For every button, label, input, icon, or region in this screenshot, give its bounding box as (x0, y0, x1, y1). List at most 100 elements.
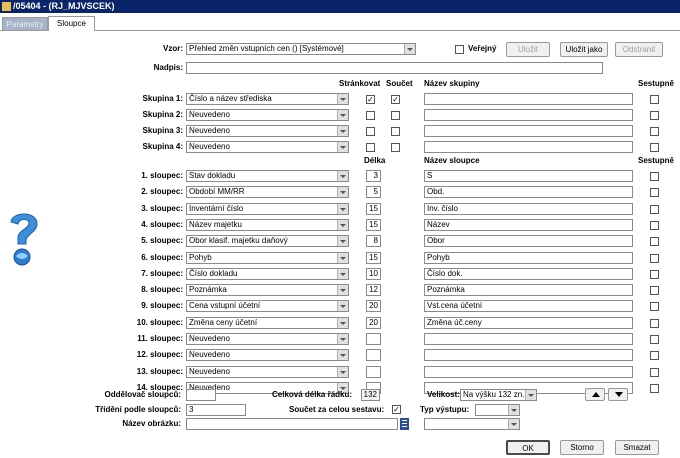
ulozit-button[interactable]: Uložit (506, 42, 550, 57)
strankovat-checkbox[interactable] (366, 111, 375, 120)
strankovat-checkbox[interactable] (366, 143, 375, 152)
nazev-skupiny-input[interactable] (424, 109, 633, 121)
nadpis-input[interactable] (186, 62, 603, 74)
delka-input[interactable]: 15 (366, 251, 381, 264)
vzor-select[interactable]: Přehled změn vstupních cen () [Systémové… (186, 43, 416, 55)
nazev-skupiny-input[interactable] (424, 93, 633, 105)
soucet-checkbox[interactable] (391, 143, 400, 152)
delka-input[interactable]: 3 (366, 170, 381, 182)
sloupec-select[interactable]: Změna ceny účetní (186, 316, 349, 329)
skupina-select[interactable]: Neuvedeno (186, 141, 349, 153)
strankovat-checkbox[interactable]: ✓ (366, 95, 375, 104)
delka-input[interactable]: 20 (366, 300, 381, 313)
sloupec-select[interactable]: Číslo dokladu (186, 267, 349, 280)
sloupec-label: 13. sloupec: (136, 366, 183, 376)
nazev-sloupce-input[interactable]: Inv. číslo (424, 202, 633, 215)
odstranit-button[interactable]: Odstranit (615, 42, 663, 57)
skupina-select[interactable]: Neuvedeno (186, 109, 349, 121)
sestupne-skupiny-checkbox[interactable] (650, 127, 659, 136)
delka-input[interactable] (366, 333, 381, 345)
nazev-sloupce-input[interactable]: Obd. (424, 186, 633, 199)
move-down-button[interactable] (608, 388, 628, 401)
delka-input[interactable]: 8 (366, 235, 381, 248)
ulozit-jako-button[interactable]: Uložit jako (560, 42, 608, 57)
verejny-checkbox[interactable] (455, 45, 464, 54)
sloupec-select[interactable]: Neuvedeno (186, 365, 349, 378)
sloupec-select[interactable]: Obor klasif. majetku daňový (186, 235, 349, 248)
sestupne-sloupce-checkbox[interactable] (650, 318, 659, 328)
nazev-sloupce-input[interactable]: Obor (424, 235, 633, 248)
delka-input[interactable]: 12 (366, 284, 381, 297)
move-up-button[interactable] (585, 388, 605, 401)
sestupne-sloupce-checkbox[interactable] (650, 302, 659, 312)
sestupne-sloupce-checkbox[interactable] (650, 237, 659, 247)
tab-strip: Parametry Sloupce (0, 13, 680, 31)
sestupne-sloupce-checkbox[interactable] (650, 269, 659, 279)
skupina-select[interactable]: Číslo a název střediska (186, 93, 349, 105)
delka-input[interactable]: 20 (366, 316, 381, 329)
chevron-down-icon (337, 301, 348, 312)
sestupne-sloupce-checkbox[interactable] (650, 351, 659, 361)
delka-input[interactable]: 15 (366, 218, 381, 231)
sloupec-select[interactable]: Pohyb (186, 251, 349, 264)
list-icon[interactable] (400, 418, 409, 430)
oddelovac-input[interactable] (186, 389, 216, 401)
sloupec-select[interactable]: Název majetku (186, 218, 349, 231)
sestupne-skupiny-checkbox[interactable] (650, 111, 659, 120)
sestupne-sloupce-checkbox[interactable] (650, 172, 659, 181)
sloupec-label: 5. sloupec: (141, 236, 183, 246)
sloupec-select[interactable]: Období MM/RR (186, 186, 349, 199)
velikost-select[interactable]: Na výšku 132 zn. (460, 389, 537, 401)
storno-button[interactable]: Storno (560, 440, 604, 455)
skupina-select[interactable]: Neuvedeno (186, 125, 349, 137)
nazev-sloupce-input[interactable] (424, 333, 633, 345)
trideni-label: Třídění podle sloupců: (95, 405, 181, 414)
sloupec-select[interactable]: Poznámka (186, 284, 349, 297)
nazev-sloupce-input[interactable] (424, 365, 633, 378)
sestupne-sloupce-checkbox[interactable] (650, 253, 659, 263)
soucet-checkbox[interactable] (391, 111, 400, 120)
nazev-sloupce-input[interactable]: Název (424, 218, 633, 231)
sestupne-sloupce-checkbox[interactable] (650, 383, 659, 393)
sloupec-select[interactable]: Neuvedeno (186, 349, 349, 362)
smazat-button[interactable]: Smazat (615, 440, 659, 455)
nazev-sloupce-input[interactable] (424, 349, 633, 362)
soucet-checkbox[interactable]: ✓ (391, 95, 400, 104)
sestupne-sloupce-checkbox[interactable] (650, 204, 659, 214)
nazev-sloupce-input[interactable]: Poznámka (424, 284, 633, 297)
nazev-sloupce-input[interactable]: S (424, 170, 633, 182)
obrazek-input[interactable] (186, 418, 398, 430)
delka-input[interactable]: 15 (366, 202, 381, 215)
help-question-icon[interactable] (5, 210, 43, 268)
delka-input[interactable]: 10 (366, 267, 381, 280)
sestupne-sloupce-checkbox[interactable] (650, 220, 659, 230)
nazev-skupiny-input[interactable] (424, 125, 633, 137)
soucet-sestavy-checkbox[interactable]: ✓ (392, 405, 401, 414)
sestupne-sloupce-checkbox[interactable] (650, 335, 659, 344)
ok-button[interactable]: OK (506, 440, 550, 455)
nazev-sloupce-input[interactable]: Vst.cena účetní (424, 300, 633, 313)
soucet-checkbox[interactable] (391, 127, 400, 136)
sestupne-skupiny-checkbox[interactable] (650, 95, 659, 104)
sestupne-sloupce-checkbox[interactable] (650, 367, 659, 377)
tab-parametry[interactable]: Parametry (2, 17, 48, 30)
sestupne-skupiny-checkbox[interactable] (650, 143, 659, 152)
sloupec-select[interactable]: Stav dokladu (186, 170, 349, 182)
delka-input[interactable] (366, 365, 381, 378)
sestupne-sloupce-checkbox[interactable] (650, 286, 659, 296)
tab-sloupce[interactable]: Sloupce (48, 16, 95, 31)
nazev-sloupce-input[interactable]: Pohyb (424, 251, 633, 264)
sestupne-sloupce-checkbox[interactable] (650, 188, 659, 198)
delka-input[interactable]: 5 (366, 186, 381, 199)
nazev-sloupce-input[interactable]: Změna úč.ceny (424, 316, 633, 329)
typ-vystupu-select[interactable] (475, 404, 520, 416)
nazev-sloupce-input[interactable]: Číslo dok. (424, 267, 633, 280)
sloupec-select[interactable]: Neuvedeno (186, 333, 349, 345)
obrazek-select[interactable] (424, 418, 520, 430)
strankovat-checkbox[interactable] (366, 127, 375, 136)
trideni-input[interactable]: 3 (186, 404, 246, 416)
delka-input[interactable] (366, 349, 381, 362)
sloupec-select[interactable]: Cena vstupní účetní (186, 300, 349, 313)
sloupec-select[interactable]: Inventární číslo (186, 202, 349, 215)
nazev-skupiny-input[interactable] (424, 141, 633, 153)
